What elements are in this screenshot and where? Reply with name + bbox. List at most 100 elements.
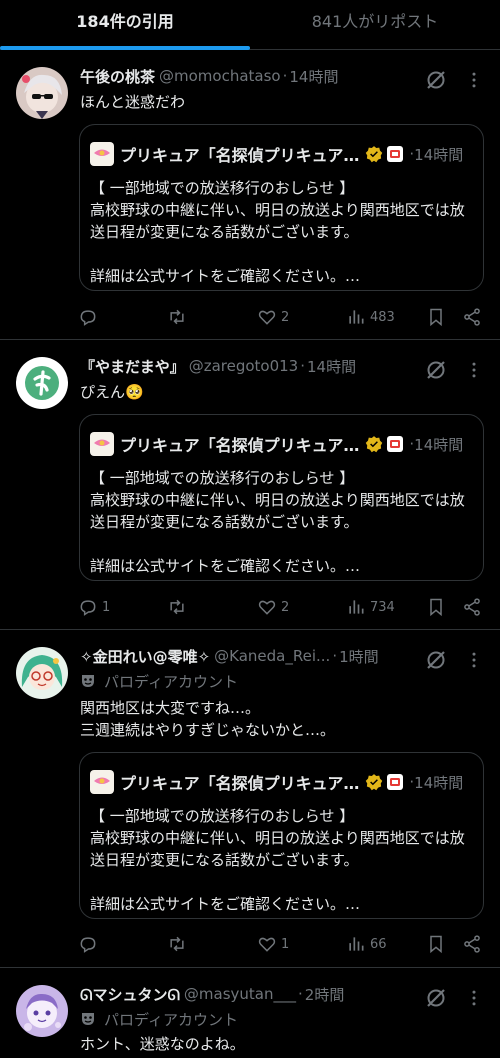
more-icon[interactable] <box>462 648 486 672</box>
quoted-timestamp: 14時間 <box>414 773 464 792</box>
timestamp[interactable]: 14時間 <box>289 66 338 87</box>
separator-dot: · <box>298 985 303 1003</box>
view-count: 66 <box>370 936 387 952</box>
handle[interactable]: @momochataso <box>159 67 281 85</box>
analytics-icon <box>349 310 364 324</box>
quoted-avatar <box>90 432 114 456</box>
reply-count: 1 <box>102 599 111 615</box>
share-button[interactable] <box>462 595 482 619</box>
avatar[interactable] <box>16 67 68 119</box>
tab-active-indicator <box>0 46 250 50</box>
precure-logo-icon <box>94 777 110 784</box>
quoted-post-header: プリキュア「名探偵プリキュア… · 14時間 <box>90 769 473 795</box>
bookmark-button[interactable] <box>426 305 446 329</box>
precure-logo-icon <box>94 439 110 446</box>
timestamp[interactable]: 2時間 <box>305 984 345 1005</box>
like-count: 2 <box>281 599 290 615</box>
bookmark-icon <box>430 308 442 327</box>
quoted-post-text: 【 一部地域での放送移行のおしらせ 】 高校野球の中継に伴い、明日の放送より関西… <box>90 807 465 913</box>
quoted-post[interactable]: プリキュア「名探偵プリキュア… · 14時間 【 一部地域での放送移行のおしらせ… <box>79 414 484 581</box>
quoted-post-header: プリキュア「名探偵プリキュア… · 14時間 <box>90 431 473 457</box>
more-icon[interactable] <box>462 358 486 382</box>
timestamp[interactable]: 1時間 <box>339 646 379 667</box>
anime-avatar-icon <box>16 67 68 119</box>
quoted-post[interactable]: プリキュア「名探偵プリキュア… · 14時間 【 一部地域での放送移行のおしらせ… <box>79 752 484 919</box>
analytics-icon <box>349 937 364 951</box>
view-count: 734 <box>370 599 395 615</box>
tab-bar: 184件の引用 841人がリポスト <box>0 0 500 50</box>
like-count: 2 <box>281 309 290 325</box>
tab-quotes[interactable]: 184件の引用 <box>0 0 250 50</box>
share-icon <box>464 935 480 953</box>
tweet-header: 午後の桃茶 @momochataso · 14時間 <box>80 65 430 87</box>
parody-mask-icon <box>82 675 94 687</box>
handle[interactable]: @zaregoto013 <box>189 357 299 375</box>
verified-badge-icon <box>366 436 383 453</box>
views-button[interactable]: 734 <box>346 595 395 619</box>
tweet[interactable]: ᘏマシュタンᘏ @masyutan___ · 2時間 パロディアカウント ホント… <box>0 969 500 1058</box>
like-button[interactable]: 1 <box>257 932 289 956</box>
quoted-post[interactable]: プリキュア「名探偵プリキュア… · 14時間 【 一部地域での放送移行のおしらせ… <box>79 124 484 291</box>
quoted-display-name: プリキュア「名探偵プリキュア… <box>120 774 360 793</box>
heart-icon <box>258 600 276 615</box>
handle[interactable]: @masyutan___ <box>184 985 296 1003</box>
display-name[interactable]: 『やまだまや』 <box>80 356 185 377</box>
views-button[interactable]: 483 <box>346 305 395 329</box>
repost-icon <box>170 936 184 952</box>
verified-badge-icon <box>366 774 383 791</box>
analytics-icon <box>349 600 364 614</box>
timestamp[interactable]: 14時間 <box>307 356 356 377</box>
tweet[interactable]: 午後の桃茶 @momochataso · 14時間 ほんと迷惑だわ プリキュア「… <box>0 51 500 340</box>
like-count: 1 <box>281 936 290 952</box>
bookmark-button[interactable] <box>426 595 446 619</box>
tab-quotes-label: 184件の引用 <box>76 12 174 31</box>
tweet[interactable]: 『やまだまや』 @zaregoto013 · 14時間 ぴえん🥺 プリキュア「名… <box>0 341 500 630</box>
handle[interactable]: @Kaneda_Rei... <box>214 647 330 665</box>
display-name[interactable]: ᘏマシュタンᘏ <box>80 984 180 1005</box>
tweet[interactable]: ✧金田れい@零唯✧ @Kaneda_Rei... · 1時間 パロディアカウント… <box>0 631 500 968</box>
affiliate-badge-icon <box>387 146 404 162</box>
bookmark-icon <box>430 935 442 954</box>
like-button[interactable]: 2 <box>257 595 289 619</box>
tweet-text: 関西地区は大変ですね…。 三週連続はやりすぎじゃないかと…。 <box>80 699 336 739</box>
tweet-text: ほんと迷惑だわ <box>80 93 186 111</box>
quoted-avatar <box>90 142 114 166</box>
tab-reposts[interactable]: 841人がリポスト <box>250 0 500 49</box>
avatar[interactable] <box>16 985 68 1037</box>
reply-button[interactable] <box>78 305 102 329</box>
display-name[interactable]: ✧金田れい@零唯✧ <box>80 646 210 667</box>
bookmark-button[interactable] <box>426 932 446 956</box>
views-button[interactable]: 66 <box>346 932 387 956</box>
quoted-post-header: プリキュア「名探偵プリキュア… · 14時間 <box>90 141 473 167</box>
tweet-text: ホント、迷惑なのよね。 <box>80 1035 245 1053</box>
share-button[interactable] <box>462 932 482 956</box>
share-button[interactable] <box>462 305 482 329</box>
tweet-header: ᘏマシュタンᘏ @masyutan___ · 2時間 <box>80 983 430 1005</box>
repost-icon <box>170 309 184 325</box>
reply-icon <box>80 937 96 953</box>
reply-icon <box>80 310 96 326</box>
quoted-display-name: プリキュア「名探偵プリキュア… <box>120 436 360 455</box>
more-icon[interactable] <box>462 68 486 92</box>
tweet-header: ✧金田れい@零唯✧ @Kaneda_Rei... · 1時間 <box>80 645 430 667</box>
avatar[interactable] <box>16 357 68 409</box>
action-bar: 2 483 <box>78 305 488 329</box>
quoted-timestamp: 14時間 <box>414 145 464 164</box>
repost-button[interactable] <box>167 305 191 329</box>
grok-icon[interactable] <box>424 986 448 1010</box>
grok-icon[interactable] <box>424 358 448 382</box>
display-name[interactable]: 午後の桃茶 <box>80 66 155 87</box>
reply-button[interactable] <box>78 932 102 956</box>
action-bar: 1 66 <box>78 932 488 956</box>
like-button[interactable]: 2 <box>257 305 289 329</box>
repost-button[interactable] <box>167 932 191 956</box>
separator-dot: · <box>300 357 306 375</box>
avatar[interactable] <box>16 647 68 699</box>
repost-button[interactable] <box>167 595 191 619</box>
bookmark-icon <box>430 598 442 617</box>
tab-reposts-label: 841人がリポスト <box>311 12 439 31</box>
reply-button[interactable]: 1 <box>78 595 110 619</box>
grok-icon[interactable] <box>424 68 448 92</box>
grok-icon[interactable] <box>424 648 448 672</box>
more-icon[interactable] <box>462 986 486 1010</box>
